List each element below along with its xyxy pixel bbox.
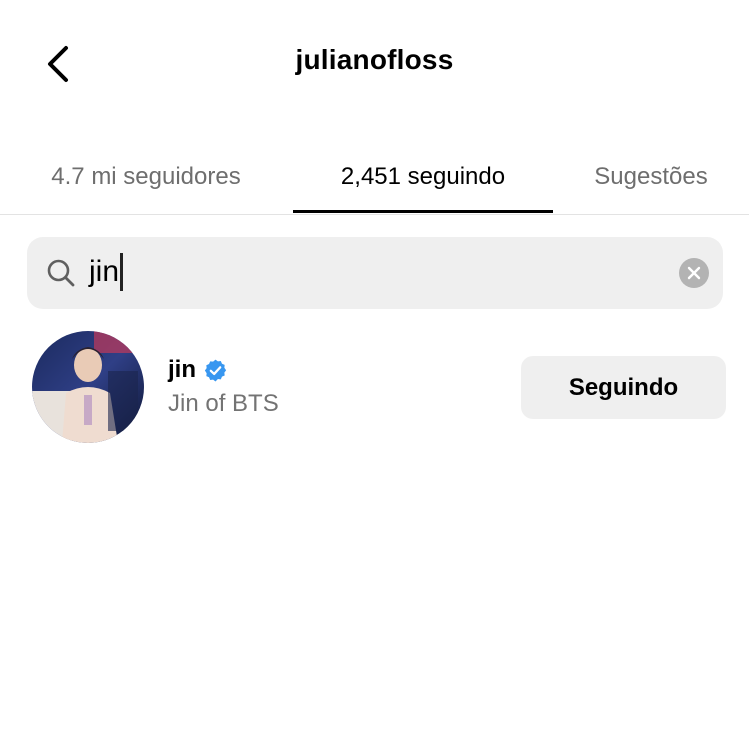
search-bar[interactable]: jin — [27, 237, 723, 309]
active-tab-indicator — [293, 210, 553, 213]
search-icon — [47, 259, 75, 287]
username-line: jin — [168, 356, 228, 384]
search-input-value: jin — [89, 255, 120, 288]
tab-following[interactable]: 2,451 seguindo — [293, 140, 553, 214]
tab-suggestions[interactable]: Sugestões — [560, 140, 742, 214]
avatar[interactable] — [32, 331, 144, 443]
search-input[interactable]: jin — [89, 253, 124, 291]
page-title: julianofloss — [295, 44, 454, 75]
tab-followers[interactable]: 4.7 mi seguidores — [16, 140, 276, 214]
full-name: Jin of BTS — [168, 390, 279, 417]
text-cursor — [120, 253, 124, 291]
avatar-image — [32, 331, 144, 443]
tab-bar: 4.7 mi seguidores 2,451 seguindo Sugestõ… — [0, 140, 749, 215]
clear-search-button[interactable] — [679, 258, 709, 288]
following-button[interactable]: Seguindo — [521, 356, 726, 419]
list-item[interactable]: jin Jin of BTS Seguindo — [0, 326, 749, 450]
verified-badge-icon — [204, 359, 227, 381]
clear-icon — [687, 266, 701, 280]
header: julianofloss — [0, 0, 749, 128]
username[interactable]: jin — [168, 356, 196, 384]
